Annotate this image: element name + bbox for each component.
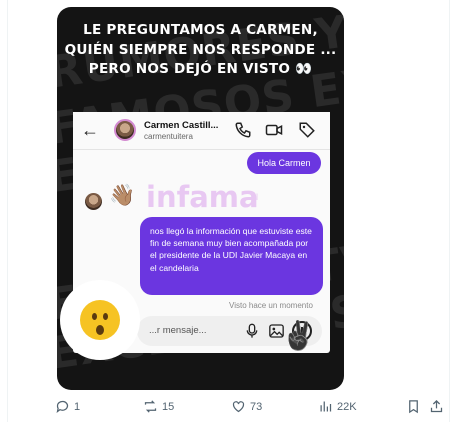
face-eye [103,313,108,320]
contact-avatar-small [85,193,102,210]
seen-status: Visto hace un momento [229,301,313,310]
tag-icon [299,122,315,138]
video-headline: LE PREGUNTAMOS A CARMEN, QUIÉN SIEMPRE N… [57,21,344,80]
share-icon [430,399,443,413]
bookmark-button[interactable] [406,399,421,419]
reply-button[interactable]: 1 [55,399,80,414]
phone-icon [235,122,251,138]
timeline-border-left [7,0,8,422]
like-button[interactable]: 73 [231,399,262,414]
message-input-placeholder: ...r mensaje... [149,325,207,336]
views-count: 22K [337,400,357,413]
peace-hand-icon: ✌ [281,320,316,351]
watermark-suffix: .cl [249,192,258,202]
watermark-logo: infama [146,180,259,214]
contact-name: Carmen Castill... [144,120,219,131]
video-call-icon [265,124,283,136]
headline-line: QUIÉN SIEMPRE NOS RESPONDE ... [64,41,337,58]
reply-count: 1 [74,400,81,413]
surprised-face-icon [80,300,120,340]
reaction-sticker [60,280,140,360]
heart-icon [232,401,245,413]
reply-icon [56,400,69,413]
headline-line: LE PREGUNTAMOS A CARMEN, [83,22,318,38]
like-count: 73 [250,400,263,413]
repost-icon [144,400,157,413]
repost-count: 15 [162,400,175,413]
wave-emoji: 👋🏽 [109,184,136,207]
microphone-icon [246,323,258,338]
contact-avatar [114,119,136,141]
repost-button[interactable]: 15 [143,399,174,414]
back-arrow-icon: ← [81,120,99,140]
views-chart-icon [320,401,332,412]
face-mouth [96,325,104,335]
contact-handle: carmentuitera [144,132,193,141]
sent-message-bubble: nos llegó la información que estuviste e… [140,217,323,295]
tweet-action-bar: 1 15 73 22K [0,395,456,419]
views-button[interactable]: 22K [318,399,357,414]
tweet-container: RUMORES Y FAMOSOS EXCL EXCLUSIVO TV FAMO… [0,0,456,422]
sent-message-bubble: Hola Carmen [247,152,321,174]
headline-line: PERO NOS DEJÓ EN VISTO 👀 [88,61,313,77]
timeline-border-right [449,0,450,422]
bookmark-icon [409,400,418,414]
chat-header: ← Carmen Castill... carmentuitera [73,112,330,150]
face-eye [92,313,97,320]
share-button[interactable] [429,399,444,419]
